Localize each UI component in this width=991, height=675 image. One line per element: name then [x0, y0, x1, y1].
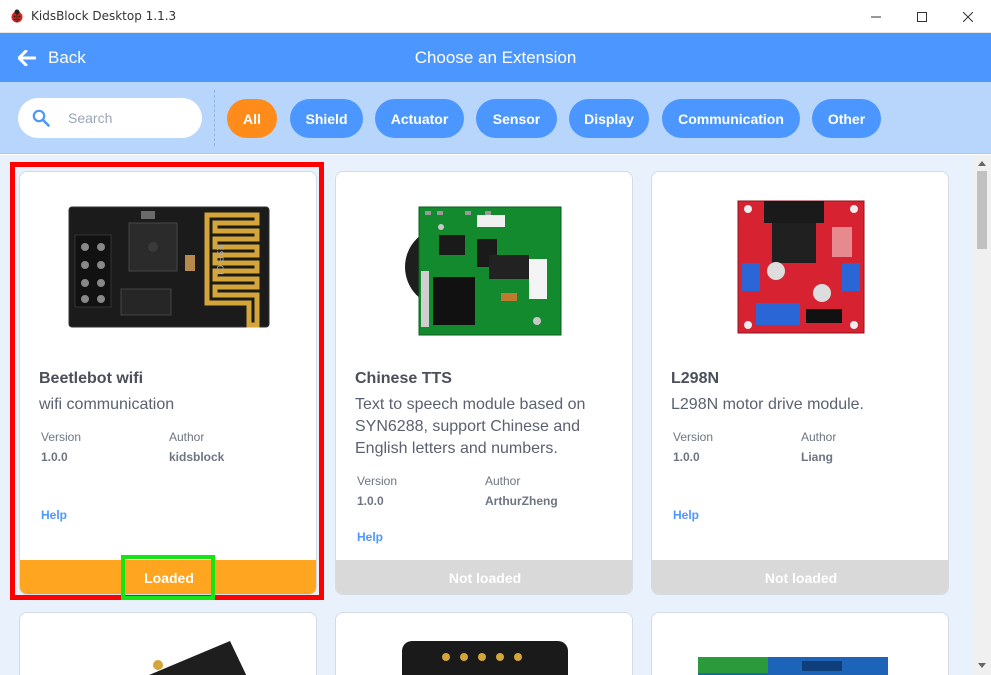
filter-shield-label: Shield — [305, 110, 348, 127]
extension-description: Text to speech module based on SYN6288, … — [355, 396, 586, 457]
window-titlebar: KidsBlock Desktop 1.1.3 — [0, 0, 991, 33]
extension-card-partial[interactable] — [19, 612, 317, 675]
version-value: 1.0.0 — [673, 450, 700, 464]
search-icon — [32, 109, 50, 127]
author-value: ArthurZheng — [485, 494, 558, 508]
version-value: 1.0.0 — [357, 494, 384, 508]
filter-other[interactable]: Other — [812, 99, 881, 138]
status-label: Not loaded — [448, 570, 522, 586]
extension-description: L298N motor drive module. — [671, 396, 864, 413]
filter-communication[interactable]: Communication — [662, 99, 800, 138]
filter-bar: All Shield Actuator Sensor Display Commu… — [0, 82, 991, 154]
extension-image — [336, 172, 632, 362]
close-icon — [963, 11, 973, 22]
status-label: Not loaded — [764, 570, 838, 586]
scrollbar-thumb[interactable] — [977, 171, 987, 249]
extension-image — [698, 657, 888, 675]
help-link[interactable]: Help — [357, 530, 383, 544]
extension-name: Chinese TTS — [355, 370, 452, 387]
extension-card-l298n[interactable]: L298N L298N motor drive module. Version … — [651, 171, 949, 595]
filter-actuator[interactable]: Actuator — [375, 99, 464, 138]
author-value: Liang — [801, 450, 833, 464]
search-input[interactable] — [68, 108, 188, 128]
status-badge[interactable]: Not loaded — [336, 560, 632, 594]
filter-divider — [214, 90, 215, 146]
ladybug-icon — [11, 9, 23, 23]
filter-shield[interactable]: Shield — [290, 99, 363, 138]
version-label: Version — [673, 430, 714, 444]
extension-image — [149, 641, 247, 675]
filter-all[interactable]: All — [227, 99, 277, 138]
chevron-up-icon — [978, 160, 986, 166]
extension-card-chinese-tts[interactable]: Chinese TTS Text to speech module based … — [335, 171, 633, 595]
author-label: Author — [801, 430, 837, 444]
tts-module-board-image — [405, 206, 562, 336]
extension-image — [652, 172, 948, 362]
filter-sensor[interactable]: Sensor — [476, 99, 557, 138]
minimize-button[interactable] — [853, 0, 899, 33]
filter-actuator-label: Actuator — [390, 110, 449, 127]
version-label: Version — [357, 474, 398, 488]
scroll-down-button[interactable] — [973, 657, 991, 673]
help-link[interactable]: Help — [673, 508, 699, 522]
chevron-down-icon — [978, 662, 986, 668]
vertical-scrollbar[interactable] — [973, 155, 991, 675]
author-label: Author — [485, 474, 521, 488]
highlight-loaded-status — [121, 555, 215, 600]
page-title: Choose an Extension — [414, 48, 577, 67]
minimize-icon — [871, 16, 881, 17]
filter-communication-label: Communication — [678, 110, 784, 127]
extension-card-partial[interactable] — [335, 612, 633, 675]
highlight-selected-card — [10, 162, 324, 600]
maximize-button[interactable] — [899, 0, 945, 33]
extension-image — [402, 641, 568, 675]
filter-display-label: Display — [584, 110, 634, 127]
close-button[interactable] — [945, 0, 991, 33]
l298n-motor-driver-board-image — [737, 200, 865, 334]
extension-card-partial[interactable] — [651, 612, 949, 675]
filter-display[interactable]: Display — [569, 99, 649, 138]
header-bar: Back Choose an Extension — [0, 33, 991, 82]
filter-all-label: All — [243, 110, 261, 127]
filter-other-label: Other — [827, 110, 866, 127]
window-title: KidsBlock Desktop 1.1.3 — [31, 9, 177, 23]
search-box — [18, 98, 202, 138]
scroll-up-button[interactable] — [973, 155, 991, 171]
extension-name: L298N — [671, 370, 720, 387]
status-badge[interactable]: Not loaded — [652, 560, 948, 594]
filter-sensor-label: Sensor — [492, 110, 541, 127]
maximize-icon — [917, 11, 927, 22]
